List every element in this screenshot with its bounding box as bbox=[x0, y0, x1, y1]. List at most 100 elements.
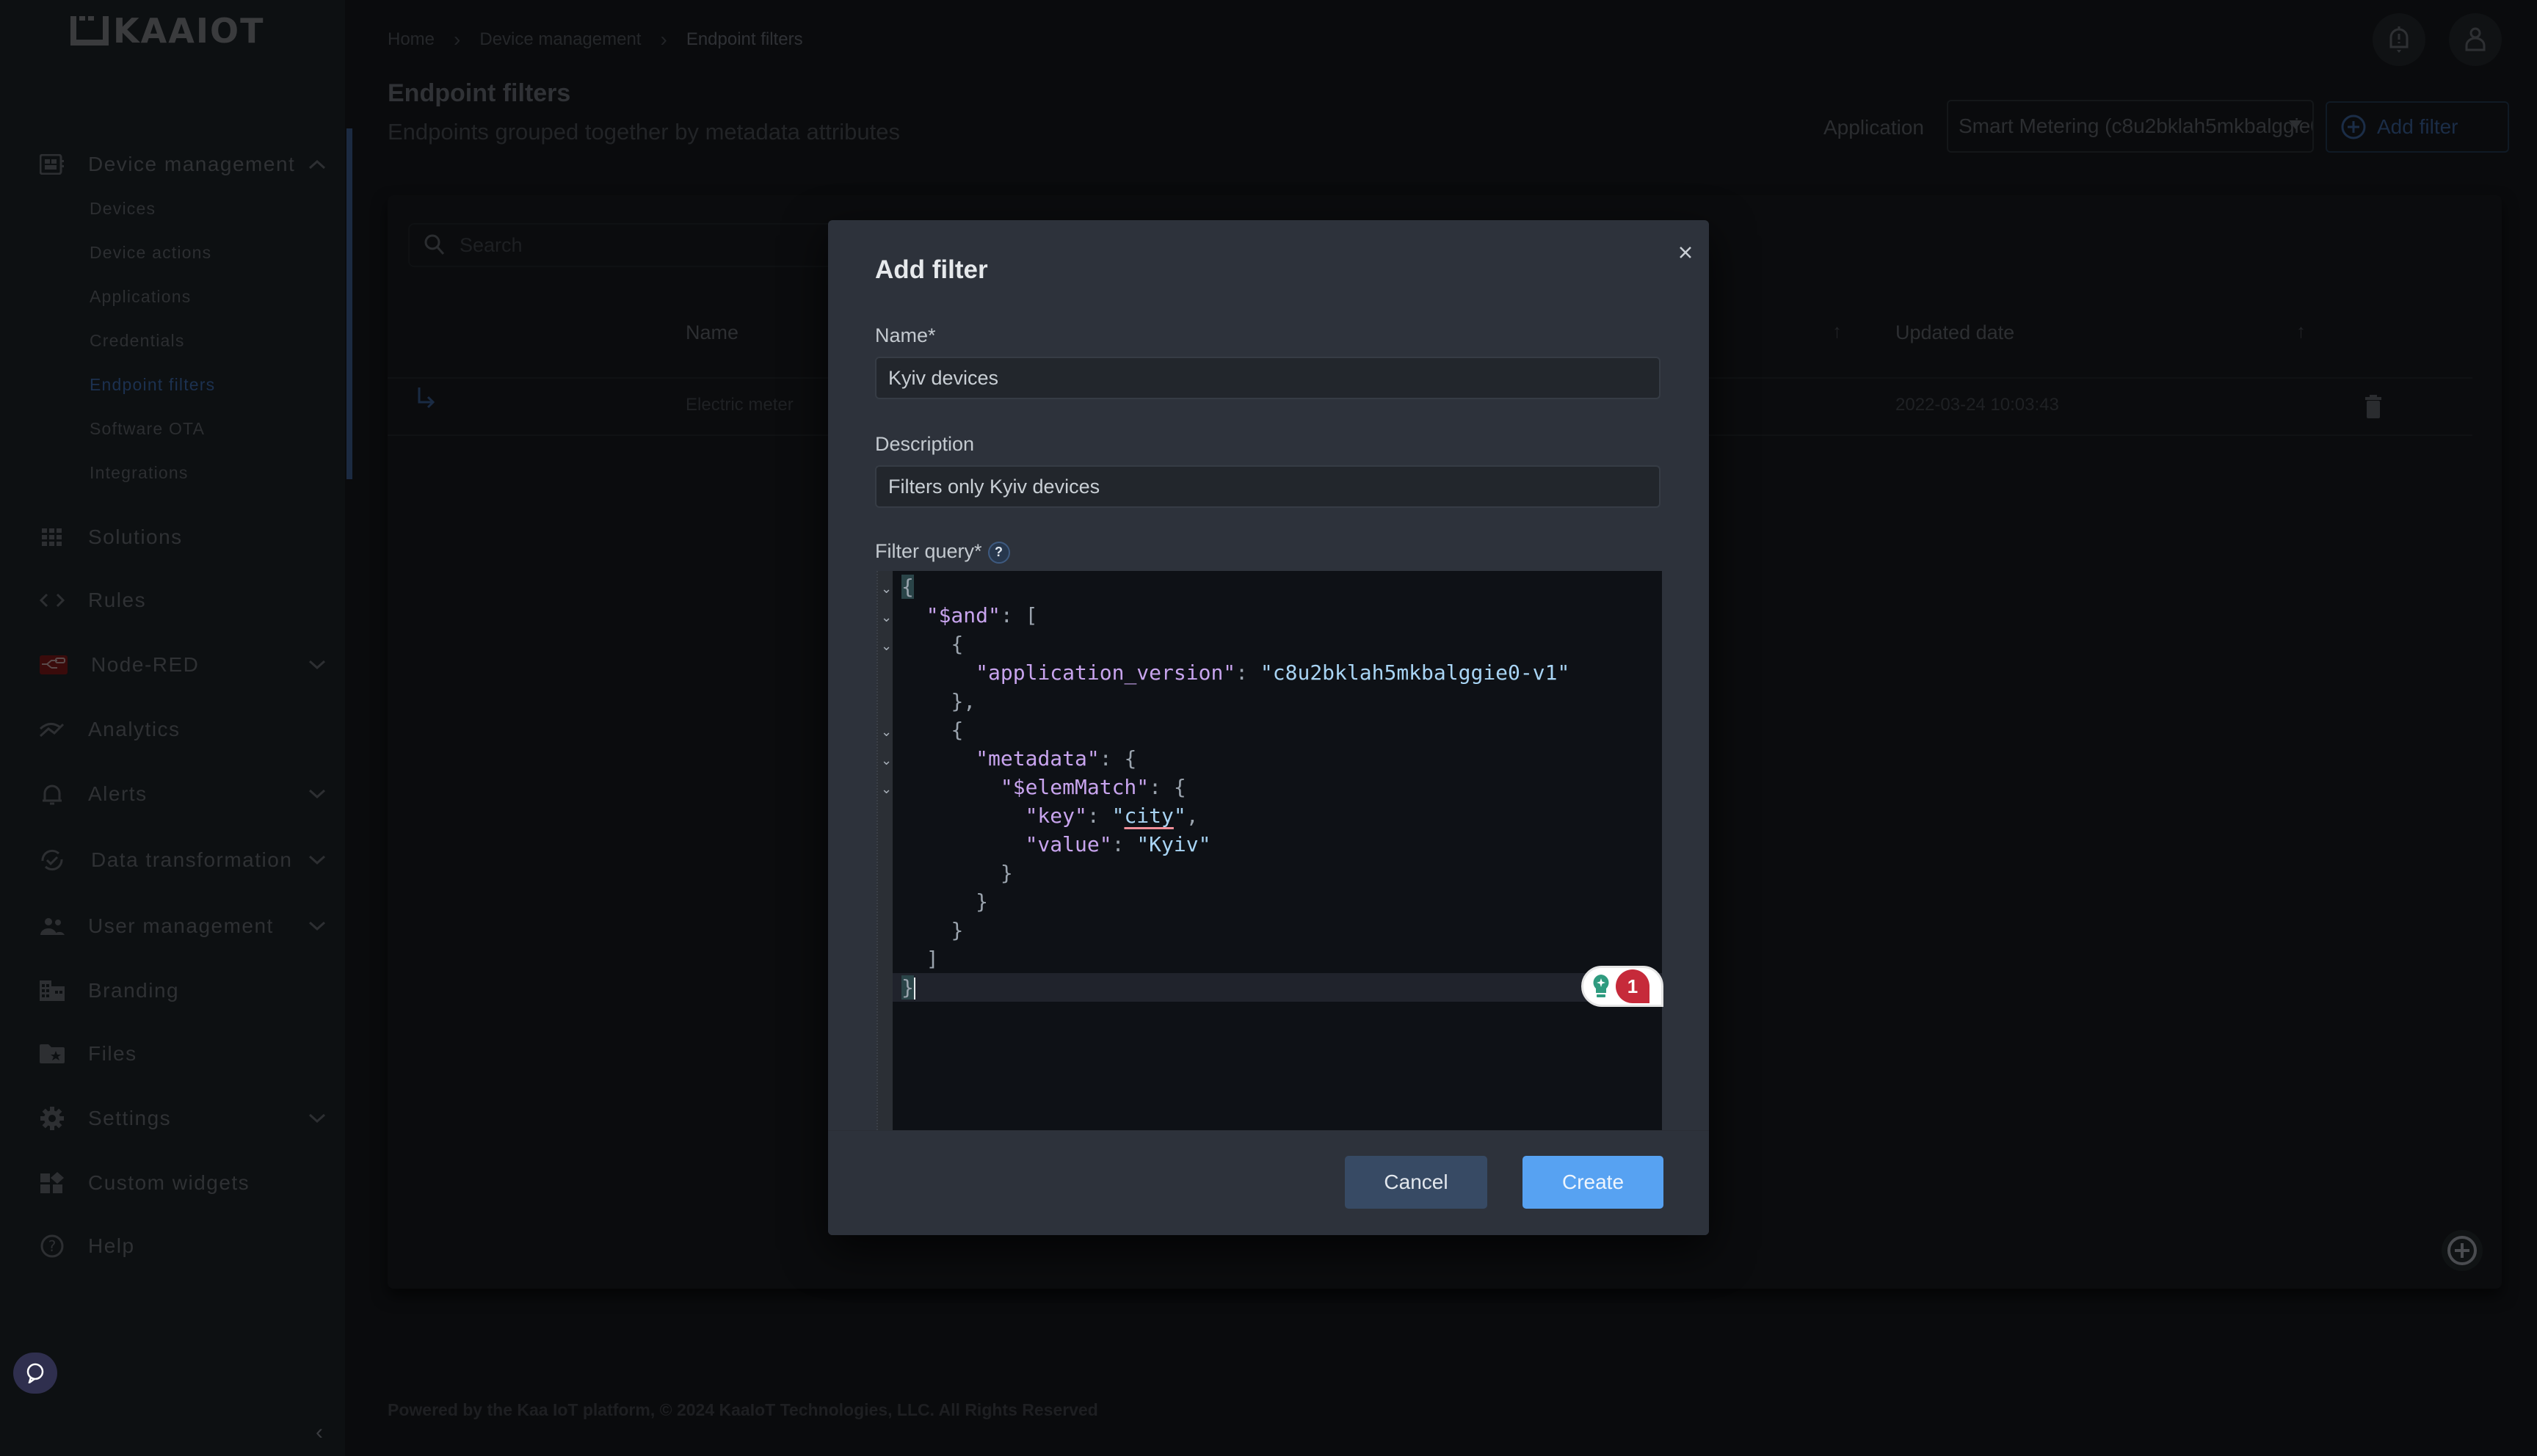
code-line[interactable]: } bbox=[893, 973, 1662, 1002]
gear-icon bbox=[40, 1106, 65, 1131]
breadcrumb-home[interactable]: Home bbox=[388, 29, 435, 50]
dialog-title: Add filter bbox=[875, 255, 988, 284]
folder-star-icon bbox=[40, 1041, 65, 1066]
sidebar-item-custom-widgets[interactable]: Custom widgets bbox=[0, 1161, 345, 1205]
logo-text: KAAIOT bbox=[113, 11, 265, 51]
code-icon bbox=[40, 588, 65, 613]
grid-icon bbox=[40, 525, 65, 550]
code-line[interactable]: { bbox=[893, 716, 1662, 744]
sidebar-subitem-applications[interactable]: Applications bbox=[90, 287, 191, 307]
chevron-down-icon[interactable] bbox=[307, 784, 327, 804]
close-button[interactable] bbox=[1671, 238, 1700, 267]
sidebar-item-label: Alerts bbox=[88, 782, 148, 805]
fold-chevron-icon[interactable]: ⌄ bbox=[881, 724, 892, 740]
code-line[interactable]: { bbox=[893, 630, 1662, 658]
column-header-name[interactable]: Name bbox=[686, 321, 738, 344]
notifications-button[interactable] bbox=[2373, 13, 2425, 66]
dialog-footer: Cancel Create bbox=[828, 1130, 1709, 1235]
lint-error-count: 1 bbox=[1616, 969, 1649, 1003]
code-line[interactable]: } bbox=[893, 859, 1662, 887]
name-input[interactable] bbox=[875, 357, 1661, 399]
sidebar-subitem-device-actions[interactable]: Device actions bbox=[90, 243, 211, 263]
sidebar-item-device-management[interactable]: Device management bbox=[0, 142, 345, 186]
sort-arrow-up-icon[interactable]: ↑ bbox=[1832, 320, 1842, 343]
chevron-right-icon: › bbox=[454, 28, 461, 51]
user-profile-button[interactable] bbox=[2449, 13, 2502, 66]
sidebar-item-alerts[interactable]: Alerts bbox=[0, 772, 345, 816]
code-line[interactable]: { bbox=[893, 572, 1662, 601]
collapse-sidebar-button[interactable]: ‹ bbox=[316, 1420, 323, 1445]
sidebar-item-help[interactable]: ? Help bbox=[0, 1224, 345, 1268]
code-line[interactable]: } bbox=[893, 887, 1662, 916]
sidebar-item-solutions[interactable]: Solutions bbox=[0, 515, 345, 559]
delete-icon[interactable] bbox=[2365, 395, 2381, 422]
chat-button[interactable] bbox=[13, 1353, 57, 1394]
code-line[interactable]: "application_version": "c8u2bklah5mkbalg… bbox=[893, 658, 1662, 687]
sidebar-subitem-endpoint-filters[interactable]: Endpoint filters bbox=[90, 375, 215, 395]
lint-indicator[interactable]: 1 bbox=[1581, 966, 1663, 1007]
sidebar-item-data-transformation[interactable]: Data transformation bbox=[0, 838, 345, 882]
sidebar-subitem-credentials[interactable]: Credentials bbox=[90, 331, 185, 351]
sidebar-item-settings[interactable]: Settings bbox=[0, 1096, 345, 1140]
sidebar-subitem-devices[interactable]: Devices bbox=[90, 199, 156, 219]
chevron-down-icon[interactable] bbox=[307, 1108, 327, 1129]
subdirectory-arrow-icon[interactable] bbox=[417, 387, 436, 416]
transform-icon bbox=[40, 848, 65, 873]
cancel-button[interactable]: Cancel bbox=[1345, 1156, 1487, 1209]
sidebar: KAAIOT Device management Devices Device … bbox=[0, 0, 352, 1456]
description-input[interactable] bbox=[875, 465, 1661, 508]
cell-updated-date: 2022-03-24 10:03:43 bbox=[1895, 395, 2059, 415]
filter-query-label-row: Filter query*? bbox=[875, 540, 1010, 564]
fold-chevron-icon[interactable]: ⌄ bbox=[881, 753, 892, 768]
chevron-down-icon[interactable] bbox=[307, 916, 327, 936]
code-area[interactable]: { "$and": [ { "application_version": "c8… bbox=[893, 571, 1662, 1130]
sidebar-subitem-integrations[interactable]: Integrations bbox=[90, 463, 189, 483]
sidebar-item-label: Rules bbox=[88, 589, 147, 611]
filter-query-editor[interactable]: ⌄ ⌄ ⌄ ⌄ ⌄ ⌄ { "$and": [ { "application_v… bbox=[876, 571, 1662, 1130]
help-icon: ? bbox=[40, 1234, 65, 1259]
cell-name: Electric meter bbox=[686, 395, 794, 415]
add-filter-button[interactable]: Add filter bbox=[2326, 101, 2509, 153]
code-line[interactable]: "$elemMatch": { bbox=[893, 773, 1662, 801]
fold-chevron-icon[interactable]: ⌄ bbox=[881, 782, 892, 797]
code-line[interactable]: "value": "Kyiv" bbox=[893, 830, 1662, 859]
sidebar-subitem-software-ota[interactable]: Software OTA bbox=[90, 419, 205, 439]
code-line[interactable]: "$and": [ bbox=[893, 601, 1662, 630]
sidebar-item-label: Analytics bbox=[88, 718, 181, 740]
code-line[interactable]: "metadata": { bbox=[893, 744, 1662, 773]
user-icon bbox=[2465, 27, 2486, 51]
add-fab-button[interactable] bbox=[2442, 1230, 2483, 1271]
fold-chevron-icon[interactable]: ⌄ bbox=[881, 610, 892, 625]
chevron-down-icon[interactable] bbox=[307, 655, 327, 675]
breadcrumb-device-management[interactable]: Device management bbox=[479, 29, 641, 50]
sidebar-item-rules[interactable]: Rules bbox=[0, 578, 345, 622]
code-line[interactable]: } bbox=[893, 916, 1662, 944]
sidebar-item-node-red[interactable]: Node-RED bbox=[0, 643, 345, 687]
code-line[interactable]: }, bbox=[893, 687, 1662, 716]
create-button[interactable]: Create bbox=[1522, 1156, 1663, 1209]
search-icon bbox=[424, 234, 445, 255]
sort-arrow-up-icon[interactable]: ↑ bbox=[2296, 320, 2306, 343]
bell-icon bbox=[40, 782, 65, 807]
code-line[interactable]: "key": "city", bbox=[893, 801, 1662, 830]
chevron-down-icon[interactable] bbox=[307, 850, 327, 870]
description-label: Description bbox=[875, 433, 975, 455]
application-select[interactable]: Smart Metering (c8u2bklah5mkbalggie0) bbox=[1947, 100, 2314, 153]
app-root: KAAIOT Device management Devices Device … bbox=[0, 0, 2537, 1456]
fold-chevron-icon[interactable]: ⌄ bbox=[881, 581, 892, 597]
help-icon[interactable]: ? bbox=[987, 541, 1010, 564]
sidebar-item-branding[interactable]: Branding bbox=[0, 969, 345, 1013]
kaaiot-logo[interactable]: KAAIOT bbox=[70, 11, 265, 51]
chevron-up-icon[interactable] bbox=[307, 154, 327, 175]
fold-chevron-icon[interactable]: ⌄ bbox=[881, 638, 892, 654]
close-icon bbox=[1680, 247, 1691, 258]
sidebar-item-files[interactable]: Files bbox=[0, 1032, 345, 1076]
widgets-icon bbox=[40, 1171, 65, 1195]
node-red-icon bbox=[40, 655, 68, 674]
column-header-updated-date[interactable]: Updated date bbox=[1895, 321, 2014, 344]
analytics-icon bbox=[40, 717, 65, 742]
sidebar-item-user-management[interactable]: User management bbox=[0, 904, 345, 948]
sidebar-item-analytics[interactable]: Analytics bbox=[0, 707, 345, 751]
sidebar-scrollbar[interactable] bbox=[346, 128, 352, 479]
code-line[interactable]: ] bbox=[893, 944, 1662, 973]
